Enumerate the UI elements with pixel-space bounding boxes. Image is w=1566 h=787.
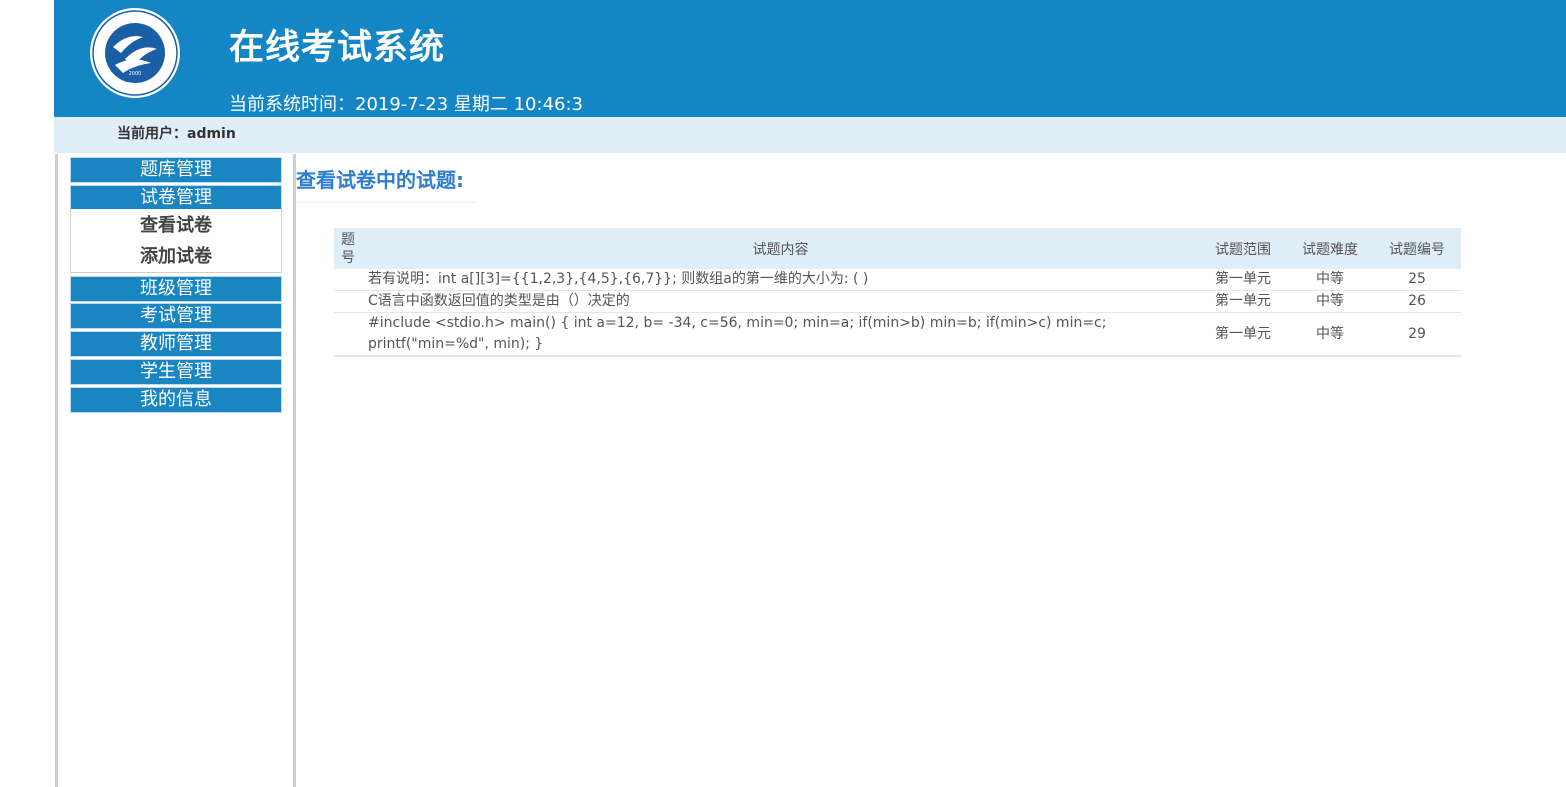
menu-question-bank[interactable]: 题库管理 [70, 157, 282, 183]
cell-difficulty: 中等 [1287, 290, 1373, 313]
cell-no [334, 269, 362, 291]
cell-difficulty: 中等 [1287, 312, 1373, 357]
svg-text:2000: 2000 [129, 71, 142, 77]
table-row: 若有说明：int a[][3]={{1,2,3},{4,5},{6,7}}; 则… [334, 269, 1461, 291]
sidebar: 题库管理 试卷管理 查看试卷 添加试卷 班级管理 考试管理 教师管理 学生管理 … [55, 154, 296, 787]
submenu-add-paper[interactable]: 添加试卷 [71, 244, 281, 270]
header: 2000 在线考试系统 当前系统时间： 2019-7-23 星期二 10:46:… [54, 0, 1566, 117]
header-question-range: 试题范围 [1199, 228, 1287, 269]
cell-range: 第一单元 [1199, 290, 1287, 313]
menu-teachers[interactable]: 教师管理 [70, 331, 282, 357]
table-row: C语言中函数返回值的类型是由（）决定的 第一单元 中等 26 [334, 290, 1461, 313]
cell-id: 25 [1373, 269, 1461, 291]
cell-no [334, 290, 362, 313]
submenu-view-papers[interactable]: 查看试卷 [71, 213, 281, 239]
header-question-id: 试题编号 [1373, 228, 1461, 269]
menu-classes[interactable]: 班级管理 [70, 276, 282, 302]
questions-table: 题号 试题内容 试题范围 试题难度 试题编号 若有说明：int a[][3]={… [334, 228, 1461, 357]
clock-label: 当前系统时间： [229, 94, 355, 115]
exam-papers-submenu: 查看试卷 添加试卷 [70, 209, 282, 273]
clock-value: 2019-7-23 星期二 10:46:3 [355, 94, 583, 115]
current-user-label: 当前用户： [117, 126, 187, 142]
current-user: 当前用户： admin [117, 124, 236, 144]
menu-exam-papers[interactable]: 试卷管理 [70, 185, 282, 211]
menu-students[interactable]: 学生管理 [70, 359, 282, 385]
system-clock: 当前系统时间： 2019-7-23 星期二 10:46:3 [229, 93, 583, 117]
table-header-row: 题号 试题内容 试题范围 试题难度 试题编号 [334, 228, 1461, 269]
user-bar: 当前用户： admin [54, 117, 1566, 153]
app-root: 2000 在线考试系统 当前系统时间： 2019-7-23 星期二 10:46:… [0, 0, 1566, 787]
cell-content: C语言中函数返回值的类型是由（）决定的 [362, 290, 1199, 313]
cell-no [334, 312, 362, 357]
header-question-content: 试题内容 [362, 228, 1199, 269]
menu-exams[interactable]: 考试管理 [70, 303, 282, 329]
cell-range: 第一单元 [1199, 312, 1287, 357]
heading-divider [296, 202, 476, 203]
university-logo: 2000 [90, 8, 180, 98]
current-user-name: admin [187, 126, 236, 142]
app-title: 在线考试系统 [229, 28, 446, 68]
menu-my-info[interactable]: 我的信息 [70, 387, 282, 413]
header-question-difficulty: 试题难度 [1287, 228, 1373, 269]
page-heading: 查看试卷中的试题: [296, 168, 464, 192]
cell-range: 第一单元 [1199, 269, 1287, 291]
cell-content: 若有说明：int a[][3]={{1,2,3},{4,5},{6,7}}; 则… [362, 269, 1199, 291]
table-row: #include <stdio.h> main() { int a=12, b=… [334, 312, 1461, 357]
cell-id: 29 [1373, 312, 1461, 357]
cell-difficulty: 中等 [1287, 269, 1373, 291]
header-question-no: 题号 [334, 228, 362, 269]
cell-id: 26 [1373, 290, 1461, 313]
cell-content: #include <stdio.h> main() { int a=12, b=… [362, 312, 1199, 357]
